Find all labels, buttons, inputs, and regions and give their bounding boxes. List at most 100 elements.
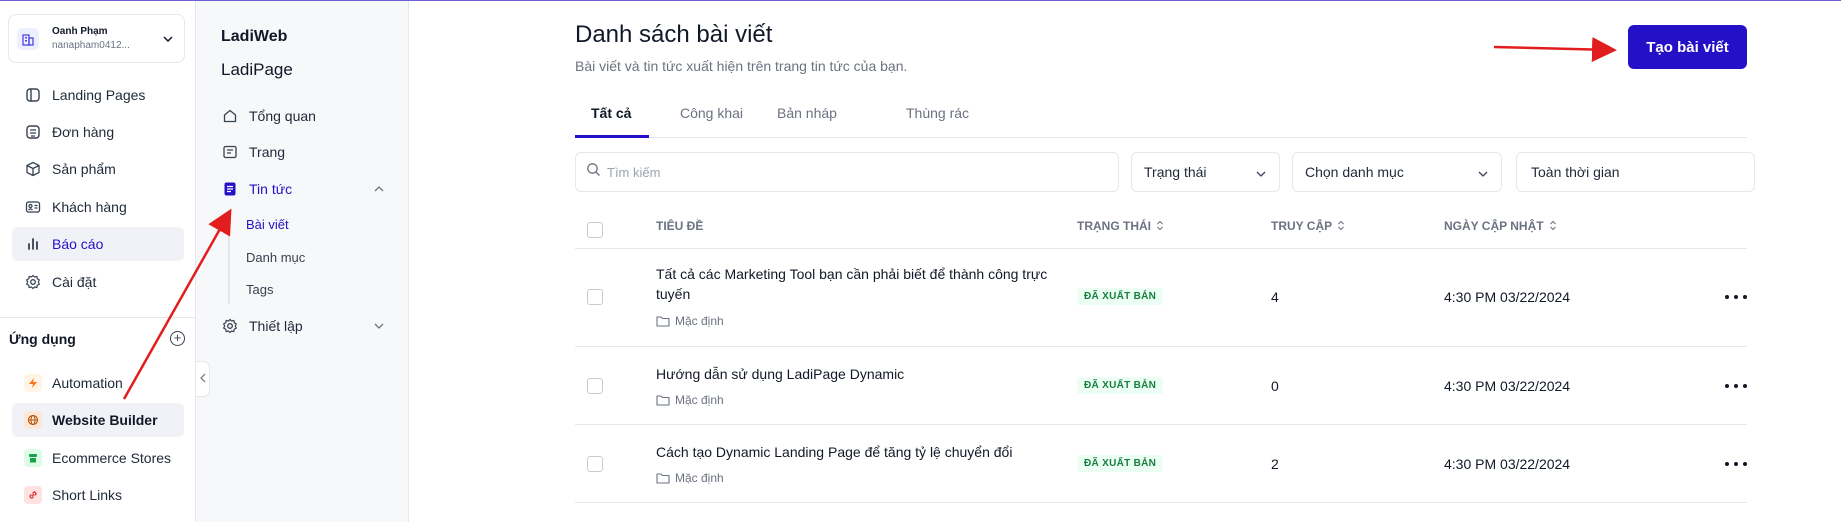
search-icon [586,162,601,182]
status-filter[interactable]: Trạng thái [1131,152,1280,192]
search-box[interactable] [575,152,1119,192]
panel-item-label: Thiết lập [249,318,303,334]
category-filter[interactable]: Chọn danh mục [1292,152,1502,192]
chevron-down-icon [1477,167,1489,183]
account-switcher[interactable]: Oanh Phạm nanapham0412... [8,14,185,63]
account-name: Oanh Phạm [52,26,108,37]
panel-item-news[interactable]: Tin tức [221,179,386,199]
status-badge: ĐÃ XUẤT BẢN [1077,377,1164,394]
row-checkbox[interactable] [587,289,603,305]
ladiweb-panel: LadiWeb LadiPage Tổng quan Trang Tin tức… [196,1,409,522]
app-item-ecommerce-stores[interactable]: Ecommerce Stores [12,441,184,475]
sidebar-item-customers[interactable]: Khách hàng [12,190,184,224]
post-tabs: Tất cả Công khai Bản nháp Thùng rác [575,101,1747,138]
building-icon [17,27,39,50]
box-icon [24,160,42,178]
sort-icon [1337,220,1345,234]
subnav-item-posts[interactable]: Bài viết [246,217,289,232]
column-visits[interactable]: TRUY CẬP [1271,219,1345,234]
sidebar-item-reports[interactable]: Báo cáo [12,227,184,261]
row-checkbox[interactable] [587,378,603,394]
store-icon [24,449,42,467]
sidebar-item-landing-pages[interactable]: Landing Pages [12,78,184,112]
home-icon [221,107,239,125]
chevron-down-icon [162,32,174,50]
category-label: Mặc định [675,471,724,485]
page-title: Danh sách bài viết [575,21,773,48]
panel-title: LadiWeb [221,28,288,45]
category-filter-value: Chọn danh mục [1305,164,1404,180]
news-icon [221,180,239,198]
sort-icon [1156,220,1164,234]
visit-count: 4 [1271,289,1279,305]
table-row[interactable]: Cách tạo Dynamic Landing Page để tăng tỷ… [575,425,1747,503]
sidebar-item-label: Khách hàng [52,199,127,215]
time-filter-value: Toàn thời gian [1531,164,1620,180]
tab-public[interactable]: Công khai [680,105,743,121]
active-tab-indicator [575,135,649,138]
more-options-icon[interactable] [1725,291,1747,303]
status-badge: ĐÃ XUẤT BẢN [1077,288,1164,305]
app-item-automation[interactable]: Automation [12,366,184,400]
page-icon [221,143,239,161]
create-post-button[interactable]: Tạo bài viết [1628,25,1747,69]
post-title[interactable]: Tất cả các Marketing Tool bạn cần phải b… [656,264,1056,304]
app-item-label: Automation [52,375,123,391]
app-item-short-links[interactable]: Short Links [12,478,184,512]
sidebar-item-settings[interactable]: Cài đặt [12,265,184,299]
time-filter[interactable]: Toàn thời gian [1516,152,1755,192]
select-all-checkbox[interactable] [587,222,603,238]
sidebar-item-label: Đơn hàng [52,124,115,140]
lightning-icon [24,374,42,392]
panel-item-label: Tin tức [249,181,293,197]
column-status[interactable]: TRẠNG THÁI [1077,219,1164,234]
sidebar-item-label: Sản phẩm [52,161,116,177]
column-updated-label: NGÀY CẬP NHẬT [1444,219,1544,233]
post-title[interactable]: Hướng dẫn sử dụng LadiPage Dynamic [656,364,1056,384]
updated-date: 4:30 PM 03/22/2024 [1444,289,1571,305]
gear-icon [24,273,42,291]
more-options-icon[interactable] [1725,380,1747,392]
tab-trash[interactable]: Thùng rác [906,105,969,121]
gear-icon [221,317,239,335]
column-title: TIÊU ĐỀ [656,219,703,233]
add-app-icon[interactable]: + [170,331,185,346]
page-description: Bài viết và tin tức xuất hiện trên trang… [575,58,908,74]
post-category: Mặc định [656,314,724,328]
subnav-item-tags[interactable]: Tags [246,282,273,297]
orders-icon [24,123,42,141]
more-options-icon[interactable] [1725,458,1747,470]
sidebar-item-products[interactable]: Sản phẩm [12,152,184,186]
folder-icon [656,394,670,406]
panel-item-label: Trang [249,144,286,160]
panel-item-pages[interactable]: Trang [221,142,386,162]
table-row[interactable]: Tất cả các Marketing Tool bạn cần phải b… [575,249,1747,347]
panel-item-setup[interactable]: Thiết lập [221,316,386,336]
panel-item-label: Tổng quan [249,108,316,124]
tab-all[interactable]: Tất cả [591,105,631,121]
collapse-sidebar-button[interactable] [196,361,210,397]
row-checkbox[interactable] [587,456,603,472]
table-row[interactable]: Hướng dẫn sử dụng LadiPage Dynamic Mặc đ… [575,347,1747,425]
subnav-item-categories[interactable]: Danh mục [246,250,305,265]
app-item-website-builder[interactable]: Website Builder [12,403,184,437]
post-title[interactable]: Cách tạo Dynamic Landing Page để tăng tỷ… [656,442,1076,462]
updated-date: 4:30 PM 03/22/2024 [1444,456,1571,472]
visit-count: 2 [1271,456,1279,472]
chevron-down-icon[interactable] [372,319,386,336]
active-subnav-marker [228,213,230,233]
column-updated[interactable]: NGÀY CẬP NHẬT [1444,219,1557,234]
chevron-up-icon[interactable] [372,182,386,199]
search-input[interactable] [607,164,1087,180]
app-item-label: Short Links [52,487,123,503]
app-item-label: Ecommerce Stores [52,450,172,466]
post-category: Mặc định [656,393,724,407]
sidebar-item-label: Báo cáo [52,236,104,252]
category-label: Mặc định [675,314,724,328]
folder-icon [656,315,670,327]
sidebar-divider [0,317,196,318]
bar-chart-icon [24,235,42,253]
sidebar-item-orders[interactable]: Đơn hàng [12,115,184,149]
panel-item-overview[interactable]: Tổng quan [221,106,386,126]
tab-drafts[interactable]: Bản nháp [777,105,837,121]
